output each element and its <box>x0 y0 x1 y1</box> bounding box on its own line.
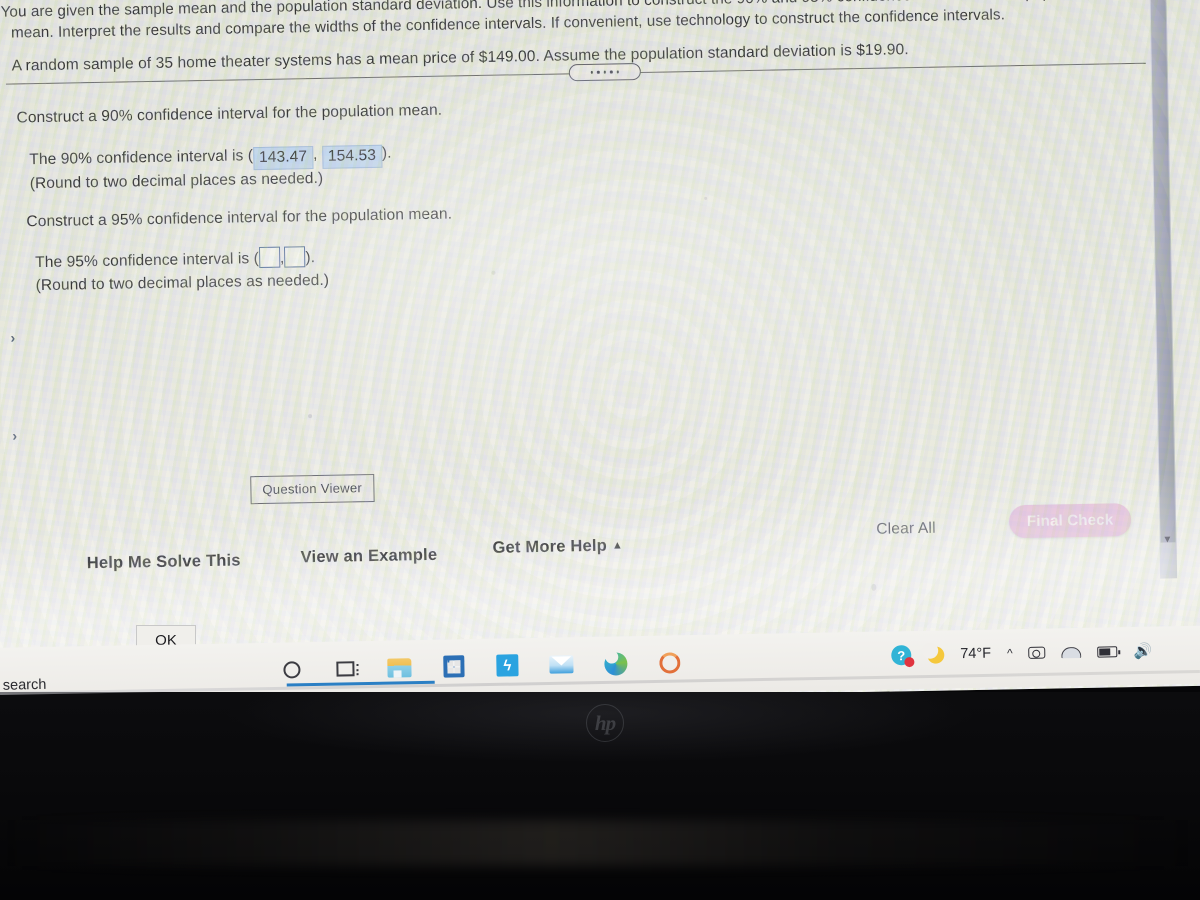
firefox-icon[interactable] <box>656 649 682 675</box>
hp-logo: hp <box>586 704 624 742</box>
scroll-down-arrow-icon[interactable]: ▼ <box>1162 534 1172 545</box>
part-90-answer-prefix: The 90% confidence interval is ( <box>29 147 254 169</box>
part-90-upper-input[interactable]: 154.53 <box>321 144 383 169</box>
collapse-handle[interactable] <box>568 63 641 82</box>
part-90-separator: , <box>312 145 318 164</box>
file-explorer-icon[interactable] <box>386 654 412 680</box>
prompt-line-3: A random sample of 35 home theater syste… <box>11 41 909 75</box>
gutter-chevron-right-icon-1[interactable]: › <box>10 330 15 346</box>
part-95-answer-suffix: ). <box>305 249 316 267</box>
moon-icon[interactable] <box>927 645 945 664</box>
question-viewer-button[interactable]: Question Viewer <box>250 473 375 505</box>
cortana-icon[interactable] <box>278 656 304 682</box>
dust-speck <box>491 270 496 275</box>
part-90-answer-suffix: ). <box>381 144 392 162</box>
part-95-rounding-note: (Round to two decimal places as needed.) <box>35 271 330 295</box>
cloud-icon[interactable] <box>1061 646 1082 658</box>
bezel-sheen <box>0 820 1200 866</box>
browser-content-area: You are given the sample mean and the po… <box>0 0 1199 620</box>
system-tray: ? 74°F ^ 🔊 <box>891 641 1153 666</box>
get-more-help-button[interactable]: Get More Help ▲ <box>492 536 623 557</box>
camera-icon[interactable] <box>1028 646 1046 659</box>
taskbar-icon-group: ϟ <box>278 649 682 682</box>
view-an-example-button[interactable]: View an Example <box>301 546 438 568</box>
mail-icon[interactable] <box>548 651 574 677</box>
part-95-answer-line: The 95% confidence interval is (,). <box>35 246 315 273</box>
task-view-icon[interactable] <box>332 655 358 681</box>
part-90-lower-input[interactable]: 143.47 <box>252 146 314 171</box>
temperature-label[interactable]: 74°F <box>960 646 991 663</box>
gutter-chevron-right-icon-2[interactable]: › <box>12 428 17 444</box>
help-me-solve-this-button[interactable]: Help Me Solve This <box>87 551 241 573</box>
part-95-lower-input[interactable] <box>258 246 281 269</box>
photographed-laptop-screen: You are given the sample mean and the po… <box>0 0 1200 900</box>
dust-speck <box>308 414 313 419</box>
blue-app-icon[interactable]: ϟ <box>494 652 520 678</box>
final-check-button[interactable]: Final Check <box>1008 503 1132 539</box>
volume-icon[interactable]: 🔊 <box>1134 642 1153 660</box>
chevron-up-icon[interactable]: ^ <box>1007 646 1013 660</box>
chevron-up-icon: ▲ <box>611 539 624 552</box>
clear-all-button[interactable]: Clear All <box>876 520 936 539</box>
laptop-screen-panel: You are given the sample mean and the po… <box>0 0 1200 708</box>
part-90-instruction: Construct a 90% confidence interval for … <box>16 101 443 127</box>
dust-speck <box>871 583 877 591</box>
part-95-upper-input[interactable] <box>284 246 306 268</box>
battery-icon[interactable] <box>1097 645 1118 658</box>
help-badge-icon[interactable]: ? <box>891 645 912 666</box>
dust-speck <box>704 196 708 200</box>
part-95-answer-prefix: The 95% confidence interval is ( <box>35 250 260 272</box>
microsoft-store-icon[interactable] <box>440 653 466 679</box>
part-95-instruction: Construct a 95% confidence interval for … <box>26 205 453 231</box>
part-90-rounding-note: (Round to two decimal places as needed.) <box>29 169 324 193</box>
edge-icon[interactable] <box>602 650 628 676</box>
get-more-help-label: Get More Help <box>492 536 608 557</box>
